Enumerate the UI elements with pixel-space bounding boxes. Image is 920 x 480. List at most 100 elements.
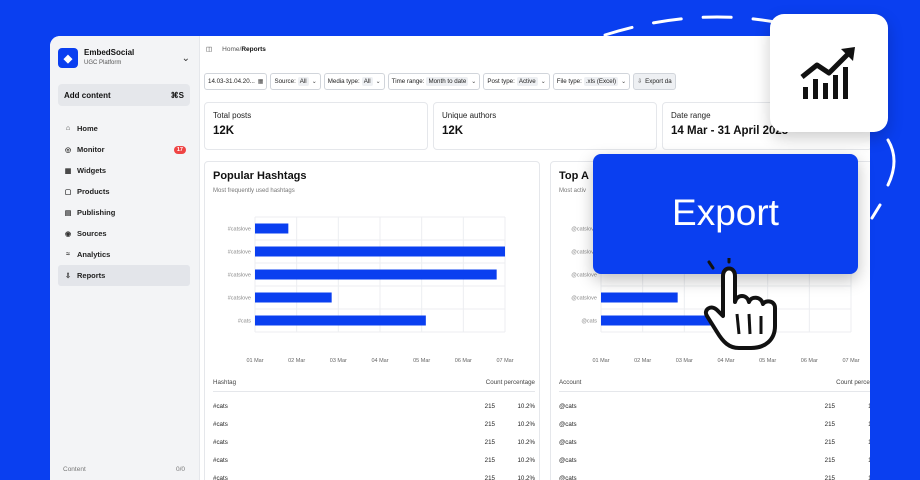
row-name: #cats (213, 402, 228, 410)
y-tick-label: #catslove (228, 296, 251, 302)
time-range-filter[interactable]: Time range: Month to date ⌄ (387, 73, 481, 90)
x-tick-label: 05 Mar (759, 358, 776, 364)
row-name: #cats (213, 420, 228, 428)
sidebar-item-analytics[interactable]: ≈ Analytics (58, 244, 190, 265)
table-row[interactable]: @cats 21510 (559, 415, 870, 433)
row-name: #cats (213, 474, 228, 480)
table-row[interactable]: #cats 215 10.2% (213, 415, 535, 433)
sidebar-item-label: Sources (77, 229, 107, 238)
row-name: #cats (213, 438, 228, 446)
row-count: 215 (484, 402, 495, 410)
breadcrumb: ◫ Home / Reports (206, 45, 266, 54)
table-row[interactable]: @cats 21510 (559, 469, 870, 480)
date-range-picker[interactable]: 14.03-31.04.20... ▦ (204, 73, 268, 90)
reports-icon: ⇩ (65, 272, 71, 280)
x-tick-label: 05 Mar (413, 358, 430, 364)
column-header[interactable]: Count percent (836, 379, 870, 386)
shortcut-hint: ⌘S (170, 90, 184, 100)
calendar-icon: ▦ (257, 79, 264, 85)
bar (255, 223, 289, 234)
x-tick-label: 07 Mar (496, 358, 513, 364)
chevron-down-icon: ⌄ (540, 79, 546, 85)
sources-icon: ◉ (64, 230, 72, 238)
y-tick-label: @cats (581, 319, 597, 325)
bar (255, 292, 332, 303)
monitor-icon: ◎ (64, 146, 72, 154)
table-row[interactable]: #cats 215 10.2% (213, 397, 535, 415)
row-name: @cats (559, 456, 577, 464)
row-percentage: 10 (835, 403, 870, 410)
table-row[interactable]: @cats 21510 (559, 433, 870, 451)
products-icon: ▢ (64, 188, 72, 196)
chevron-down-icon: ⌄ (181, 52, 190, 64)
brand-subtitle: UGC Platform (84, 60, 122, 66)
row-count: 215 (484, 438, 495, 446)
row-percentage: 10 (835, 475, 870, 480)
card-title: Popular Hashtags (213, 170, 307, 182)
sidebar-item-widgets[interactable]: ▦ Widgets (58, 160, 190, 181)
column-header[interactable]: Account (559, 379, 836, 386)
row-percentage: 10.2% (517, 474, 535, 480)
row-percentage: 10.2% (517, 402, 535, 410)
sidebar-item-monitor[interactable]: ◎ Monitor 17 (58, 139, 190, 160)
table-row[interactable]: #cats 215 10.2% (213, 451, 535, 469)
chevron-down-icon: ⌄ (471, 79, 477, 85)
download-icon: ⇩ (637, 79, 643, 85)
bar (255, 269, 497, 280)
workspace-switcher[interactable]: ◆ EmbedSocial UGC Platform ⌄ (58, 44, 190, 72)
sidebar-item-home[interactable]: ⌂ Home (58, 118, 190, 139)
post-type-filter[interactable]: Post type: Active ⌄ (483, 73, 550, 90)
table-row[interactable]: @cats 21510 (559, 451, 870, 469)
x-tick-label: 06 Mar (455, 358, 472, 364)
growth-chart-icon (800, 47, 855, 99)
sidebar-item-label: Monitor (77, 145, 105, 154)
add-content-button[interactable]: Add content ⌘S (58, 84, 190, 106)
row-name: @cats (559, 474, 577, 480)
row-percentage: 10 (835, 439, 870, 446)
x-tick-label: 04 Mar (717, 358, 734, 364)
y-tick-label: @catslove (571, 273, 597, 279)
file-type-filter[interactable]: File type: .xls (Excel) ⌄ (552, 73, 631, 90)
table-header: AccountCount percent (559, 374, 870, 392)
sidebar-item-label: Products (77, 187, 110, 196)
content-usage-label: Content (63, 466, 86, 473)
table-row[interactable]: @cats 21510 (559, 397, 870, 415)
row-percentage: 10.2% (517, 456, 535, 464)
hashtags-table: Hashtag Count percentage #cats 215 10.2% #cat… (213, 374, 535, 480)
stat-unique-authors: Unique authors 12K (433, 102, 657, 150)
row-count: 215 (824, 456, 835, 464)
sidebar-nav: ⌂ Home ◎ Monitor 17 ▦ Widgets ▢ Products ▤ Publish… (58, 118, 190, 286)
table-row[interactable]: #cats 215 10.2% (213, 469, 535, 480)
widgets-icon: ▦ (64, 167, 72, 175)
analytics-tile (770, 14, 888, 132)
chevron-down-icon: ⌄ (311, 79, 317, 85)
export-button[interactable]: Export (593, 154, 858, 274)
x-tick-label: 01 Mar (592, 358, 609, 364)
content-usage: Content 0/0 (63, 466, 185, 473)
row-percentage: 10 (835, 421, 870, 428)
media-type-filter[interactable]: Media type: All ⌄ (323, 73, 385, 90)
x-tick-label: 06 Mar (801, 358, 818, 364)
row-count: 215 (484, 456, 495, 464)
hashtags-bar-chart: 01 Mar 02 Mar 03 Mar 04 Mar 05 Mar 06 Mar 07 M… (228, 216, 514, 364)
sidebar-item-label: Home (77, 124, 98, 133)
sidebar-item-products[interactable]: ▢ Products (58, 181, 190, 202)
table-row[interactable]: #cats 215 10.2% (213, 433, 535, 451)
notification-badge: 17 (173, 145, 186, 154)
home-icon: ⌂ (65, 125, 71, 132)
breadcrumb-home[interactable]: Home (222, 46, 239, 53)
row-count: 215 (824, 438, 835, 446)
export-data-button[interactable]: ⇩ Export da (633, 73, 676, 90)
source-filter[interactable]: Source: All ⌄ (270, 73, 321, 90)
sidebar-item-sources[interactable]: ◉ Sources (58, 223, 190, 244)
chevron-down-icon: ⌄ (375, 79, 381, 85)
sidebar-item-label: Publishing (77, 208, 116, 217)
y-tick-label: #catslove (228, 227, 251, 233)
x-tick-label: 01 Mar (246, 358, 263, 364)
sidebar-item-reports[interactable]: ⇩ Reports (58, 265, 190, 286)
column-header[interactable]: Hashtag (213, 379, 486, 386)
sidebar-item-publishing[interactable]: ▤ Publishing (58, 202, 190, 223)
column-header[interactable]: Count percentage (486, 379, 535, 386)
sidebar-toggle-icon[interactable]: ◫ (206, 45, 212, 53)
publishing-icon: ▤ (64, 209, 72, 217)
